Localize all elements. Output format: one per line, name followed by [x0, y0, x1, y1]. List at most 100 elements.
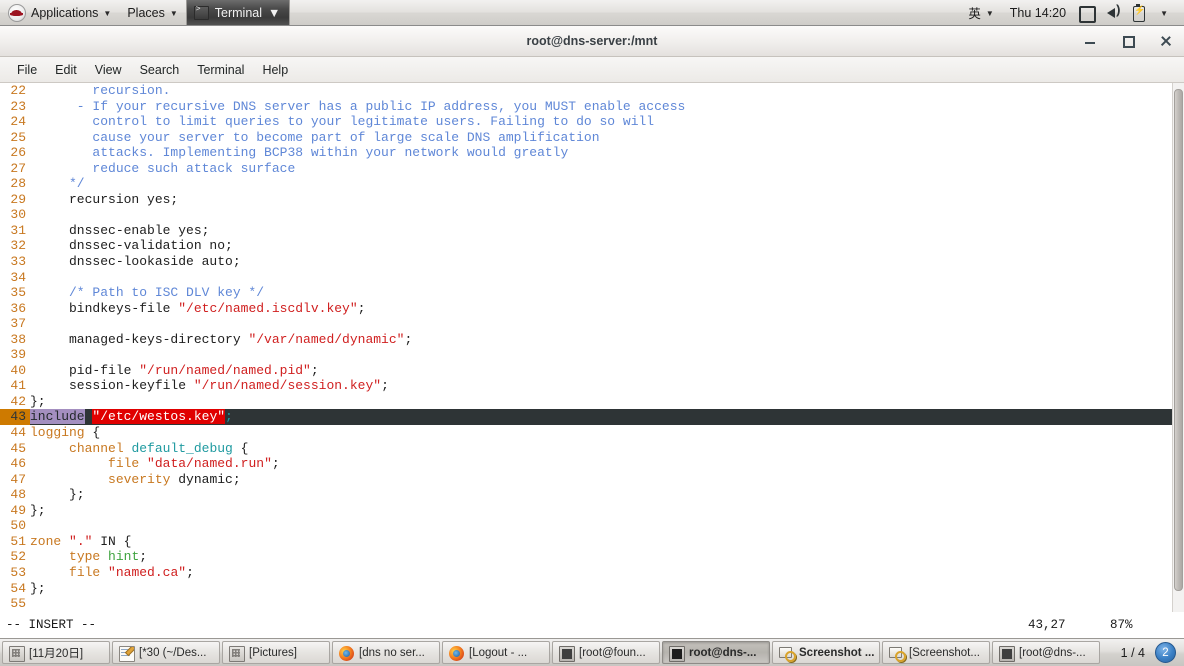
- line-number: 40: [10, 362, 26, 378]
- caret-down-icon: ▼: [169, 9, 178, 18]
- code-segment: recursion.: [30, 83, 171, 98]
- code-segment: hint: [108, 549, 140, 565]
- archive-icon: [8, 645, 25, 662]
- editor-line: 45 channel default_debug {: [0, 441, 1172, 457]
- code-segment: "data/named.run": [147, 456, 272, 472]
- taskbar-button[interactable]: [Screenshot...: [882, 641, 990, 664]
- places-menu[interactable]: Places ▼: [119, 0, 185, 25]
- line-number: 33: [10, 254, 26, 270]
- line-number: 26: [10, 145, 26, 161]
- code-segment: zone: [30, 533, 62, 549]
- display-icon[interactable]: [1079, 5, 1097, 23]
- taskbar-button[interactable]: [Logout - ...: [442, 641, 550, 664]
- editor-line: 44 logging {: [0, 425, 1172, 441]
- line-number: 29: [10, 191, 26, 207]
- code-segment: dnssec-lookaside auto;: [30, 254, 241, 270]
- vim-editor-area[interactable]: 22 recursion. 23 - If your recursive DNS …: [0, 83, 1172, 613]
- clock[interactable]: Thu 14:20: [1002, 6, 1074, 20]
- taskbar-button[interactable]: [dns no ser...: [332, 641, 440, 664]
- line-number: 24: [10, 114, 26, 130]
- taskbar-button[interactable]: root@dns-...: [662, 641, 770, 664]
- line-number: 41: [10, 378, 26, 394]
- line-number: 28: [10, 176, 26, 192]
- menu-item-file[interactable]: File: [8, 61, 46, 79]
- code-segment: dnssec-enable yes;: [30, 222, 210, 238]
- menu-item-view[interactable]: View: [86, 61, 131, 79]
- line-number: 44: [10, 425, 26, 441]
- code-segment: ;: [186, 564, 194, 580]
- input-method-indicator[interactable]: 英 ▼: [960, 0, 1001, 25]
- code-segment: "/etc/named.iscdlv.key": [178, 300, 358, 316]
- editor-line: 34: [0, 270, 1172, 286]
- workspace-pager: 1 / 4 2: [1117, 642, 1182, 663]
- code-segment: pid-file: [30, 362, 140, 378]
- editor-line: 26 attacks. Implementing BCP38 within yo…: [0, 145, 1172, 161]
- taskbar-button[interactable]: [11月20日]: [2, 641, 110, 664]
- close-icon[interactable]: [1158, 33, 1174, 49]
- top-panel-right: 英 ▼ Thu 14:20 ▼: [960, 0, 1184, 25]
- editor-line: 55: [0, 596, 1172, 612]
- terminal-icon: [998, 645, 1015, 662]
- menu-item-help[interactable]: Help: [253, 61, 297, 79]
- system-menu[interactable]: ▼: [1152, 0, 1176, 25]
- line-number: 32: [10, 238, 26, 254]
- window-list-terminal[interactable]: Terminal ▼: [185, 0, 291, 25]
- screenshot-icon: [888, 645, 906, 662]
- taskbar-button[interactable]: [root@dns-...: [992, 641, 1100, 664]
- minimize-icon[interactable]: [1082, 33, 1098, 49]
- code-segment: ;: [357, 300, 366, 316]
- bottom-taskbar: [11月20日] [*30 (~/Des... [Pictures] [dns no …: [0, 638, 1184, 666]
- editor-line: 28 */: [0, 176, 1172, 192]
- menu-item-search[interactable]: Search: [131, 61, 189, 79]
- scrollbar-thumb[interactable]: [1174, 89, 1183, 591]
- editor-line: 35 /* Path to ISC DLV key */: [0, 285, 1172, 301]
- taskbar-button[interactable]: [root@foun...: [552, 641, 660, 664]
- battery-icon[interactable]: [1131, 3, 1147, 22]
- line-number: 34: [10, 269, 26, 285]
- code-segment: - If your recursive DNS server has a pub…: [30, 98, 686, 114]
- volume-icon[interactable]: [1105, 5, 1121, 21]
- terminal-scrollbar[interactable]: [1172, 83, 1184, 613]
- archive-icon: [228, 645, 245, 662]
- code-segment: };: [30, 393, 46, 409]
- editor-line: 33 dnssec-lookaside auto;: [0, 254, 1172, 270]
- notepad-icon: [118, 645, 135, 662]
- editor-line: 42};: [0, 394, 1172, 410]
- line-number: 27: [10, 160, 26, 176]
- code-segment: ".": [69, 533, 93, 549]
- editor-line: 25 cause your server to become part of l…: [0, 130, 1172, 146]
- window-title: root@dns-server:/mnt: [526, 34, 658, 48]
- terminal-body[interactable]: 22 recursion. 23 - If your recursive DNS …: [0, 83, 1184, 613]
- editor-line: 52 type hint;: [0, 549, 1172, 565]
- terminal-icon: [558, 645, 575, 662]
- maximize-icon[interactable]: [1120, 33, 1136, 49]
- code-segment: ;: [381, 378, 389, 394]
- window-list-terminal-label: Terminal: [214, 5, 263, 20]
- caret-down-icon: ▼: [268, 5, 281, 20]
- code-segment: ;: [310, 362, 319, 378]
- code-segment: control to limit queries to your legitim…: [30, 114, 655, 130]
- notification-badge[interactable]: 2: [1155, 642, 1176, 663]
- firefox-icon: [448, 645, 464, 661]
- terminal-menubar: File Edit View Search Terminal Help: [0, 57, 1184, 83]
- taskbar-button[interactable]: [*30 (~/Des...: [112, 641, 220, 664]
- vim-statusline: -- INSERT -- 43,27 87%: [0, 612, 1184, 638]
- code-segment: severity: [108, 471, 171, 487]
- code-segment: session-keyfile: [30, 378, 194, 394]
- line-number: 25: [10, 129, 26, 145]
- line-number: 39: [10, 347, 26, 363]
- code-segment: channel: [69, 440, 124, 456]
- menu-item-terminal[interactable]: Terminal: [188, 61, 253, 79]
- menu-item-edit[interactable]: Edit: [46, 61, 86, 79]
- taskbar-button[interactable]: Screenshot ...: [772, 641, 880, 664]
- taskbar-button[interactable]: [Pictures]: [222, 641, 330, 664]
- applications-menu[interactable]: Applications ▼: [0, 0, 119, 25]
- editor-line: 23 - If your recursive DNS server has a …: [0, 99, 1172, 115]
- code-segment: default_debug: [131, 440, 233, 456]
- line-number: 53: [10, 564, 26, 580]
